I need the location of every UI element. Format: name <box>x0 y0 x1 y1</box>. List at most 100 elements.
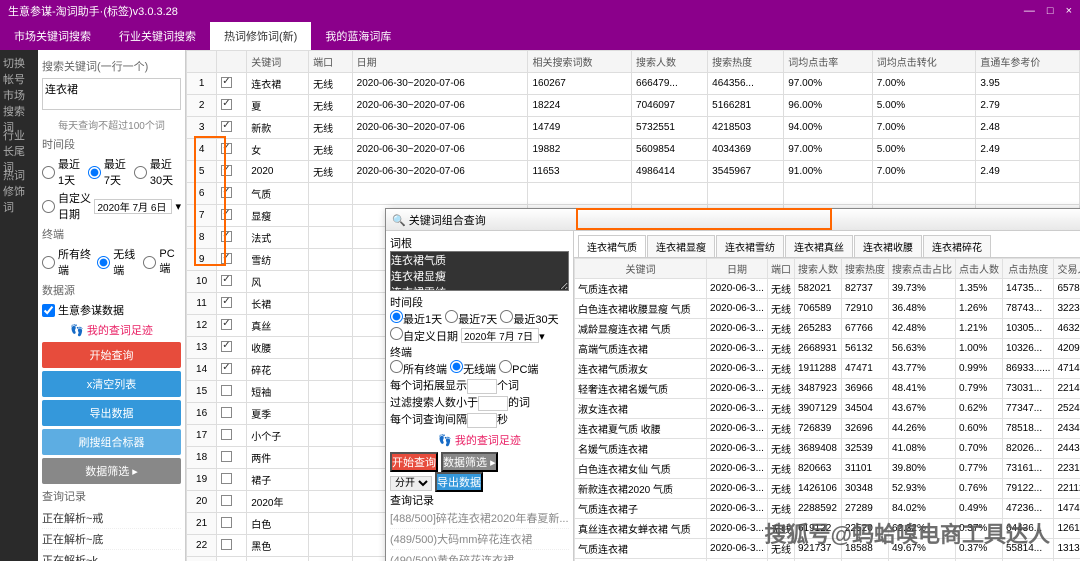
nav-mylib[interactable]: 我的蓝海词库 <box>311 22 405 50</box>
nav-industry[interactable]: 行业关键词搜索 <box>105 22 210 50</box>
root-input[interactable]: 连衣裙气质 连衣裙显瘦 连衣裙雪纺 连衣裙真丝 连衣裙收腰 <box>390 251 569 291</box>
p-radio-all[interactable] <box>390 360 403 373</box>
row-checkbox[interactable] <box>221 429 232 440</box>
col-header[interactable]: 搜索热度 <box>708 51 784 73</box>
p-tracks[interactable]: 👣 我的查词足迹 <box>390 432 569 448</box>
p-radio-pc[interactable] <box>499 360 512 373</box>
tab-0[interactable]: 连衣裙气质 <box>578 235 646 257</box>
p-col-header[interactable]: 搜索点击占比 <box>888 259 955 279</box>
tab-4[interactable]: 连衣裙收腰 <box>854 235 922 257</box>
row-checkbox[interactable] <box>221 517 232 528</box>
p-col-header[interactable]: 搜索人数 <box>794 259 841 279</box>
tab-2[interactable]: 连衣裙雪纺 <box>716 235 784 257</box>
split-select[interactable]: 分开 <box>390 476 432 491</box>
opt3-input[interactable] <box>467 413 497 428</box>
radio-30d[interactable] <box>134 166 147 179</box>
col-header[interactable]: 直通车参考价 <box>976 51 1080 73</box>
rail-hot[interactable]: 热词修饰词 <box>3 174 35 206</box>
col-header[interactable]: 相关搜索词数 <box>528 51 632 73</box>
radio-7d[interactable] <box>88 166 101 179</box>
p-table-row[interactable]: 高端气质连衣裙2020-06-3...无线26689315613256.63%1… <box>575 339 1080 359</box>
row-checkbox[interactable] <box>221 385 232 396</box>
clear-list-button[interactable]: x清空列表 <box>42 371 181 397</box>
radio-1d[interactable] <box>42 166 55 179</box>
export-button[interactable]: 导出数据 <box>42 400 181 426</box>
start-query-button[interactable]: 开始查询 <box>42 342 181 368</box>
col-header[interactable] <box>187 51 217 73</box>
tab-3[interactable]: 连衣裙真丝 <box>785 235 853 257</box>
row-checkbox[interactable] <box>221 187 232 198</box>
p-radio-custom[interactable] <box>390 327 403 340</box>
filter-button[interactable]: 数据筛选 ▸ <box>42 458 181 484</box>
combo-button[interactable]: 刷搜组合标器 <box>42 429 181 455</box>
row-checkbox[interactable] <box>221 77 232 88</box>
rail-switch[interactable]: 切换帐号 <box>3 54 35 86</box>
p-radio-30d[interactable] <box>500 310 513 323</box>
tab-1[interactable]: 连衣裙显瘦 <box>647 235 715 257</box>
p-col-header[interactable]: 端口 <box>767 259 794 279</box>
row-checkbox[interactable] <box>221 165 232 176</box>
p-col-header[interactable]: 关键词 <box>575 259 707 279</box>
row-checkbox[interactable] <box>221 231 232 242</box>
row-checkbox[interactable] <box>221 473 232 484</box>
row-checkbox[interactable] <box>221 297 232 308</box>
table-row[interactable]: 52020无线2020-06-30~2020-07-06116534986414… <box>187 161 1080 183</box>
table-row[interactable]: 2夏无线2020-06-30~2020-07-06182247046097516… <box>187 95 1080 117</box>
col-header[interactable]: 关键词 <box>247 51 309 73</box>
col-header[interactable]: 词均点击率 <box>784 51 873 73</box>
col-header[interactable]: 搜索人数 <box>632 51 708 73</box>
date-input[interactable] <box>94 199 172 214</box>
p-table-row[interactable]: 轻奢连衣裙名媛气质2020-06-3...无线34879233696648.41… <box>575 379 1080 399</box>
rail-market[interactable]: 市场搜索词 <box>3 94 35 126</box>
p-col-header[interactable]: 搜索热度 <box>841 259 888 279</box>
row-checkbox[interactable] <box>221 121 232 132</box>
row-checkbox[interactable] <box>221 451 232 462</box>
opt2-input[interactable] <box>478 396 508 411</box>
row-checkbox[interactable] <box>221 99 232 110</box>
row-checkbox[interactable] <box>221 495 232 506</box>
chk-source[interactable] <box>42 304 55 317</box>
radio-custom[interactable] <box>42 200 55 213</box>
my-tracks-link[interactable]: 👣 我的查词足迹 <box>42 322 181 338</box>
col-header[interactable]: 端口 <box>309 51 353 73</box>
p-table-row[interactable]: 减龄显瘦连衣裙 气质2020-06-3...无线2652836776642.48… <box>575 319 1080 339</box>
p-col-header[interactable]: 交易人数 <box>1054 259 1080 279</box>
radio-all[interactable] <box>42 256 55 269</box>
col-header[interactable] <box>217 51 247 73</box>
p-col-header[interactable]: 日期 <box>707 259 768 279</box>
p-col-header[interactable]: 点击人数 <box>955 259 1002 279</box>
nav-hotwords[interactable]: 热词修饰词(新) <box>210 22 311 50</box>
table-row[interactable]: 1连衣裙无线2020-06-30~2020-07-06160267666479.… <box>187 73 1080 95</box>
radio-pc[interactable] <box>143 256 156 269</box>
p-export[interactable]: 导出数据 <box>435 472 483 492</box>
search-input[interactable]: 连衣裙 <box>42 78 181 110</box>
p-table-row[interactable]: 白色连衣裙女仙 气质2020-06-3...无线8206633110139.80… <box>575 459 1080 479</box>
p-filter[interactable]: 数据筛选 ▸ <box>441 452 498 472</box>
close-button[interactable]: × <box>1066 5 1072 17</box>
p-col-header[interactable]: 点击热度 <box>1002 259 1053 279</box>
row-checkbox[interactable] <box>221 407 232 418</box>
radio-wireless[interactable] <box>97 256 110 269</box>
col-header[interactable]: 日期 <box>352 51 528 73</box>
p-radio-7d[interactable] <box>445 310 458 323</box>
p-table-row[interactable]: 气质连衣裙2020-06-3...无线5820218273739.73%1.35… <box>575 279 1080 299</box>
table-row[interactable]: 4女无线2020-06-30~2020-07-06198825609854403… <box>187 139 1080 161</box>
p-table-row[interactable]: 气质连衣裙2020-06-3...无线9217371858849.67%0.37… <box>575 539 1080 559</box>
p-table-row[interactable]: 连衣裙气质淑女2020-06-3...无线19112884747143.77%0… <box>575 359 1080 379</box>
p-date[interactable] <box>461 328 539 343</box>
tab-5[interactable]: 连衣裙碎花 <box>923 235 991 257</box>
row-checkbox[interactable] <box>221 143 232 154</box>
minimize-button[interactable]: — <box>1024 5 1035 17</box>
row-checkbox[interactable] <box>221 275 232 286</box>
p-table-row[interactable]: 真丝连衣裙女蝉衣裙 气质2020-06-3...无线6191222252062.… <box>575 519 1080 539</box>
p-table-row[interactable]: 连衣裙夏气质 收腰2020-06-3...无线7268393269644.26%… <box>575 419 1080 439</box>
p-table-row[interactable]: 名媛气质连衣裙2020-06-3...无线36894083253941.08%0… <box>575 439 1080 459</box>
row-checkbox[interactable] <box>221 539 232 550</box>
nav-market[interactable]: 市场关键词搜索 <box>0 22 105 50</box>
row-checkbox[interactable] <box>221 363 232 374</box>
row-checkbox[interactable] <box>221 319 232 330</box>
row-checkbox[interactable] <box>221 341 232 352</box>
p-start[interactable]: 开始查询 <box>390 452 438 472</box>
row-checkbox[interactable] <box>221 253 232 264</box>
rail-industry[interactable]: 行业长尾词 <box>3 134 35 166</box>
